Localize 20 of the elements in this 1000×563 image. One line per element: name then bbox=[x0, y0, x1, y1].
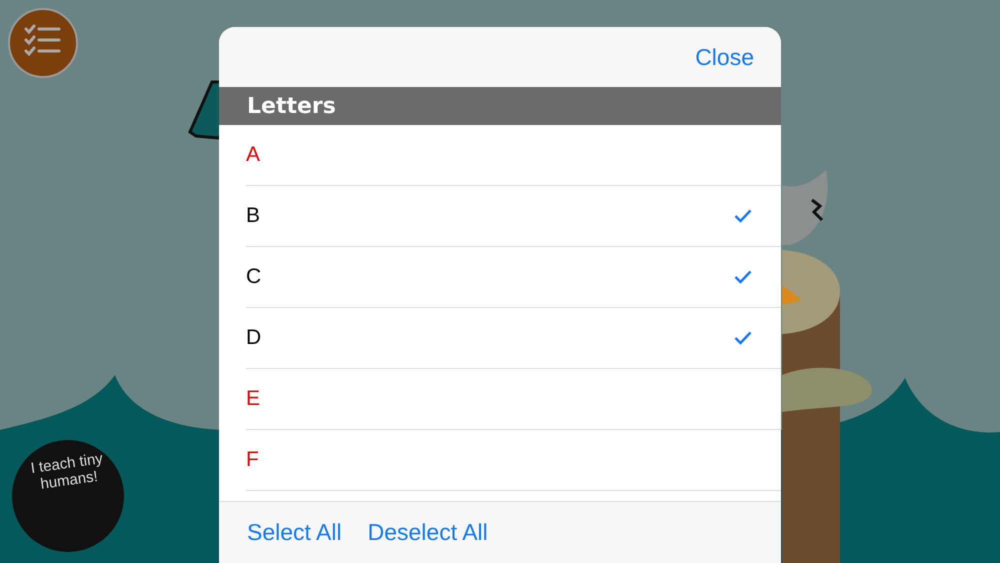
checkmark-icon bbox=[734, 270, 752, 284]
letter-label: B bbox=[246, 204, 260, 228]
close-button[interactable]: Close bbox=[695, 44, 754, 70]
letter-row[interactable]: F bbox=[246, 430, 781, 491]
logo-text: I teach tiny humans! bbox=[28, 450, 105, 494]
letter-label: E bbox=[246, 387, 260, 411]
footer-button[interactable]: Deselect All bbox=[368, 519, 488, 546]
letter-label: C bbox=[246, 265, 262, 289]
section-title: Letters bbox=[247, 94, 336, 118]
letter-row[interactable]: E bbox=[246, 369, 781, 430]
letter-row[interactable]: B bbox=[246, 186, 781, 247]
checkmark-icon bbox=[734, 331, 752, 345]
footer-button[interactable]: Select All bbox=[247, 519, 342, 546]
letter-label: D bbox=[246, 326, 262, 350]
checkmark-icon bbox=[734, 209, 752, 223]
letter-label: F bbox=[246, 448, 259, 472]
letter-row[interactable]: C bbox=[246, 247, 781, 308]
letter-row[interactable]: D bbox=[246, 308, 781, 369]
letter-label: A bbox=[246, 143, 260, 167]
letter-row[interactable]: A bbox=[246, 125, 781, 186]
